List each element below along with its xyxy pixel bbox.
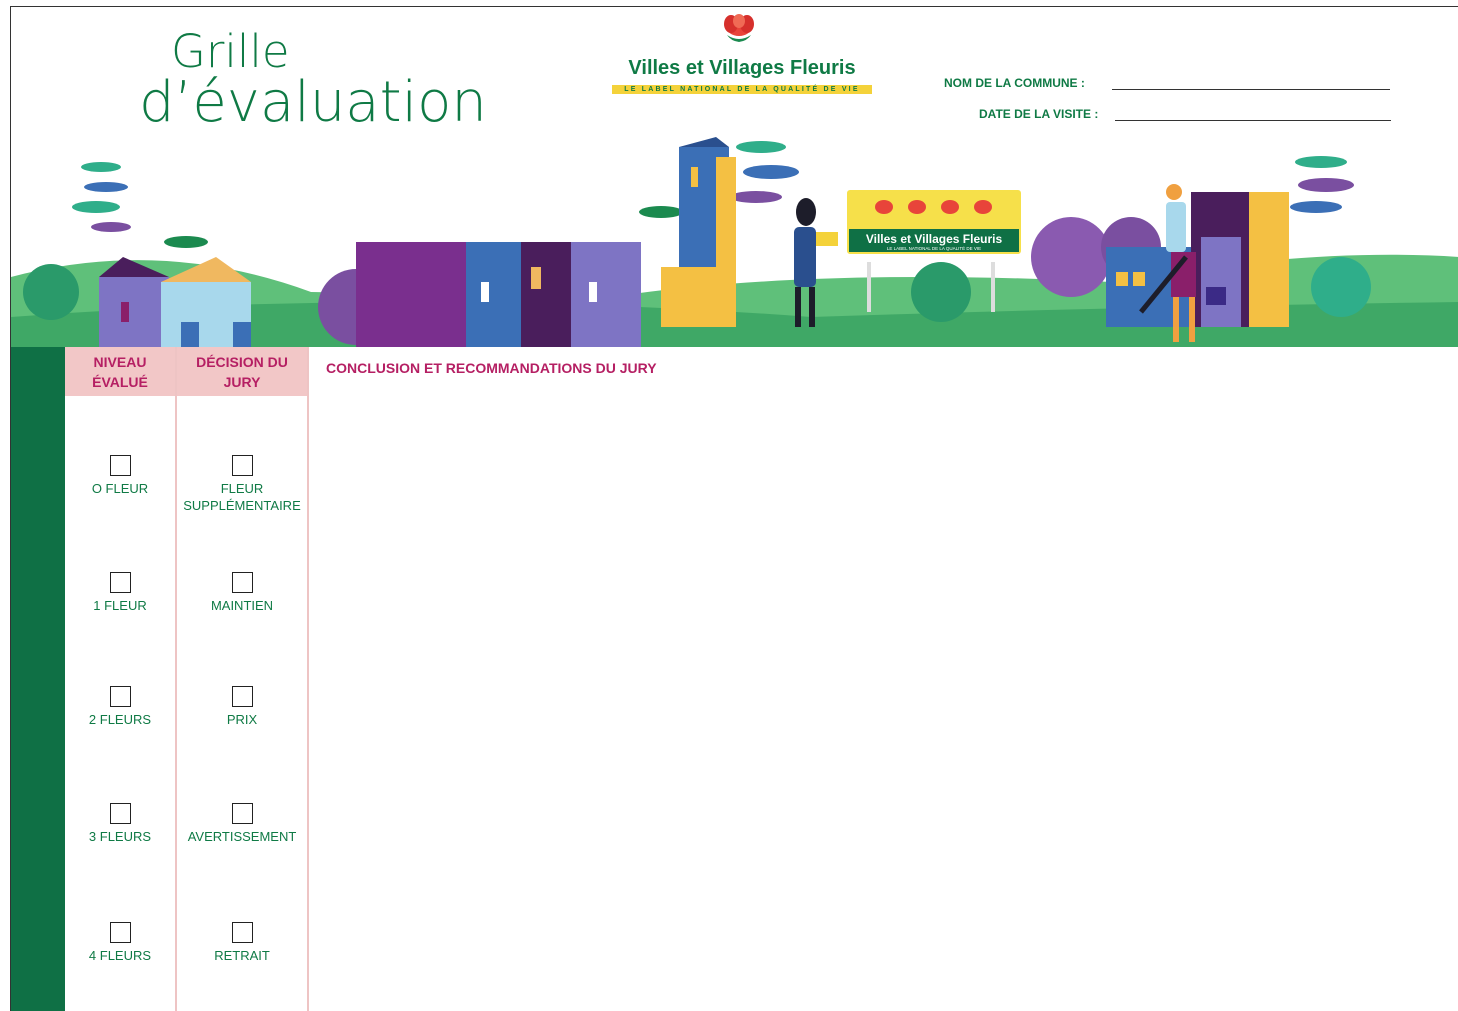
option-label: FLEUR SUPPLÉMENTAIRE <box>183 481 301 513</box>
houses-middle <box>356 242 641 347</box>
commune-field[interactable]: NOM DE LA COMMUNE : <box>944 76 1390 90</box>
decision-jury-column: DÉCISION DU JURY FLEUR SUPPLÉMENTAIRE MA… <box>175 347 309 1011</box>
niveau-evalue-column: NIVEAU ÉVALUÉ O FLEUR 1 FLEUR 2 FLEURS 3… <box>65 347 175 1011</box>
niveau-option-1[interactable]: 1 FLEUR <box>65 572 175 614</box>
church-tower-icon <box>661 137 736 327</box>
villes-villages-fleuris-logo: Villes et Villages Fleuris LE LABEL NATI… <box>607 13 877 97</box>
village-illustration: Villes et Villages Fleuris LE LABEL NATI… <box>11 137 1458 347</box>
option-label: MAINTIEN <box>210 598 274 613</box>
red-flower-icon <box>724 14 754 42</box>
niveau-option-0[interactable]: O FLEUR <box>65 455 175 497</box>
checkbox[interactable] <box>109 686 131 707</box>
decision-option-0[interactable]: FLEUR SUPPLÉMENTAIRE <box>177 455 307 514</box>
sign-tagline: LE LABEL NATIONAL DE LA QUALITÉ DE VIE <box>887 245 981 251</box>
evaluation-page: Grille d’évaluation Villes et Villages F… <box>10 6 1458 1011</box>
logo-name: Villes et Villages Fleuris <box>628 57 856 79</box>
option-label: RETRAIT <box>214 948 270 963</box>
option-label: 4 FLEURS <box>88 948 152 963</box>
checkbox[interactable] <box>231 455 253 476</box>
niveau-option-4[interactable]: 4 FLEURS <box>65 922 175 964</box>
option-label: PRIX <box>226 712 258 727</box>
decision-jury-header: DÉCISION DU JURY <box>177 347 307 396</box>
decision-option-2[interactable]: PRIX <box>177 686 307 728</box>
checkbox[interactable] <box>109 572 131 593</box>
sign-name: Villes et Villages Fleuris <box>866 232 1003 246</box>
decision-option-3[interactable]: AVERTISSEMENT <box>177 803 307 845</box>
decision-option-4[interactable]: RETRAIT <box>177 922 307 964</box>
commune-label: NOM DE LA COMMUNE : <box>944 76 1085 90</box>
niveau-option-2[interactable]: 2 FLEURS <box>65 686 175 728</box>
checkbox[interactable] <box>109 922 131 943</box>
checkbox[interactable] <box>109 803 131 824</box>
commune-blank-line <box>1112 89 1390 90</box>
logo-tagline: LE LABEL NATIONAL DE LA QUALITÉ DE VIE <box>612 85 872 94</box>
checkbox[interactable] <box>231 803 253 824</box>
title-line-1: Grille <box>171 25 290 78</box>
option-label: 2 FLEURS <box>88 712 152 727</box>
checkbox[interactable] <box>231 572 253 593</box>
checkbox[interactable] <box>231 686 253 707</box>
checkbox[interactable] <box>231 922 253 943</box>
niveau-option-3[interactable]: 3 FLEURS <box>65 803 175 845</box>
decision-option-1[interactable]: MAINTIEN <box>177 572 307 614</box>
houses-right <box>1106 192 1289 327</box>
conclusion-title: CONCLUSION ET RECOMMANDATIONS DU JURY <box>326 360 657 376</box>
option-label: 1 FLEUR <box>93 598 147 613</box>
option-label: AVERTISSEMENT <box>187 829 297 844</box>
checkbox[interactable] <box>109 455 131 476</box>
option-label: 3 FLEURS <box>88 829 152 844</box>
option-label: O FLEUR <box>91 481 149 496</box>
left-green-bar <box>11 347 65 1011</box>
niveau-evalue-header: NIVEAU ÉVALUÉ <box>65 347 175 396</box>
